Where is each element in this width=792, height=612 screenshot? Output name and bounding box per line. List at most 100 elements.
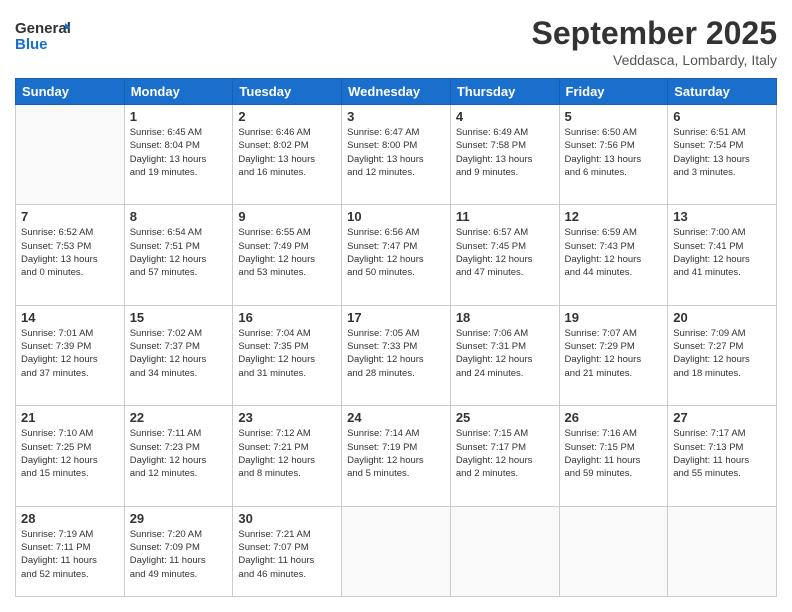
calendar-cell: 21 Sunrise: 7:10 AM Sunset: 7:25 PM Dayli…: [16, 406, 125, 506]
column-header-sunday: Sunday: [16, 79, 125, 105]
calendar-cell: 12 Sunrise: 6:59 AM Sunset: 7:43 PM Dayli…: [559, 205, 668, 305]
day-info: Sunrise: 6:46 AM Sunset: 8:02 PM Dayligh…: [238, 126, 336, 179]
day-info: Sunrise: 7:02 AM Sunset: 7:37 PM Dayligh…: [130, 327, 228, 380]
calendar-week-1: 1 Sunrise: 6:45 AM Sunset: 8:04 PM Daylig…: [16, 105, 777, 205]
calendar-cell: 16 Sunrise: 7:04 AM Sunset: 7:35 PM Dayli…: [233, 305, 342, 405]
calendar-cell: 10 Sunrise: 6:56 AM Sunset: 7:47 PM Dayli…: [342, 205, 451, 305]
day-number: 11: [456, 209, 554, 224]
logo-svg: General Blue: [15, 15, 70, 55]
day-number: 20: [673, 310, 771, 325]
calendar-header-row: SundayMondayTuesdayWednesdayThursdayFrid…: [16, 79, 777, 105]
day-number: 30: [238, 511, 336, 526]
day-number: 24: [347, 410, 445, 425]
day-info: Sunrise: 6:59 AM Sunset: 7:43 PM Dayligh…: [565, 226, 663, 279]
calendar-cell: 1 Sunrise: 6:45 AM Sunset: 8:04 PM Daylig…: [124, 105, 233, 205]
day-info: Sunrise: 6:50 AM Sunset: 7:56 PM Dayligh…: [565, 126, 663, 179]
column-header-saturday: Saturday: [668, 79, 777, 105]
column-header-thursday: Thursday: [450, 79, 559, 105]
calendar-cell: 11 Sunrise: 6:57 AM Sunset: 7:45 PM Dayli…: [450, 205, 559, 305]
day-number: 21: [21, 410, 119, 425]
day-number: 7: [21, 209, 119, 224]
day-number: 10: [347, 209, 445, 224]
calendar-cell: 17Sunrise: 7:05 AM Sunset: 7:33 PM Dayli…: [342, 305, 451, 405]
day-number: 23: [238, 410, 336, 425]
day-number: 17: [347, 310, 445, 325]
calendar-week-3: 14 Sunrise: 7:01 AM Sunset: 7:39 PM Dayli…: [16, 305, 777, 405]
day-number: 6: [673, 109, 771, 124]
logo: General Blue: [15, 15, 70, 55]
day-number: 4: [456, 109, 554, 124]
day-info: Sunrise: 7:15 AM Sunset: 7:17 PM Dayligh…: [456, 427, 554, 480]
day-number: 2: [238, 109, 336, 124]
calendar-cell: 4 Sunrise: 6:49 AM Sunset: 7:58 PM Daylig…: [450, 105, 559, 205]
calendar-cell: 13 Sunrise: 7:00 AM Sunset: 7:41 PM Dayli…: [668, 205, 777, 305]
day-number: 1: [130, 109, 228, 124]
day-info: Sunrise: 6:52 AM Sunset: 7:53 PM Dayligh…: [21, 226, 119, 279]
day-number: 14: [21, 310, 119, 325]
calendar-cell: [450, 506, 559, 596]
day-number: 25: [456, 410, 554, 425]
day-info: Sunrise: 6:57 AM Sunset: 7:45 PM Dayligh…: [456, 226, 554, 279]
day-number: 27: [673, 410, 771, 425]
calendar-cell: 15 Sunrise: 7:02 AM Sunset: 7:37 PM Dayli…: [124, 305, 233, 405]
day-info: Sunrise: 7:09 AM Sunset: 7:27 PM Dayligh…: [673, 327, 771, 380]
day-info: Sunrise: 6:49 AM Sunset: 7:58 PM Dayligh…: [456, 126, 554, 179]
calendar-cell: 8 Sunrise: 6:54 AM Sunset: 7:51 PM Daylig…: [124, 205, 233, 305]
day-info: Sunrise: 7:16 AM Sunset: 7:15 PM Dayligh…: [565, 427, 663, 480]
day-number: 19: [565, 310, 663, 325]
day-info: Sunrise: 7:06 AM Sunset: 7:31 PM Dayligh…: [456, 327, 554, 380]
day-info: Sunrise: 7:11 AM Sunset: 7:23 PM Dayligh…: [130, 427, 228, 480]
calendar-cell: [342, 506, 451, 596]
calendar-cell: 5 Sunrise: 6:50 AM Sunset: 7:56 PM Daylig…: [559, 105, 668, 205]
calendar-table: SundayMondayTuesdayWednesdayThursdayFrid…: [15, 78, 777, 597]
day-info: Sunrise: 7:20 AM Sunset: 7:09 PM Dayligh…: [130, 528, 228, 581]
day-number: 5: [565, 109, 663, 124]
page: General Blue September 2025 Veddasca, Lo…: [0, 0, 792, 612]
day-info: Sunrise: 6:45 AM Sunset: 8:04 PM Dayligh…: [130, 126, 228, 179]
title-section: September 2025 Veddasca, Lombardy, Italy: [532, 15, 777, 68]
day-info: Sunrise: 6:47 AM Sunset: 8:00 PM Dayligh…: [347, 126, 445, 179]
calendar-cell: 30 Sunrise: 7:21 AM Sunset: 7:07 PM Dayli…: [233, 506, 342, 596]
day-info: Sunrise: 7:12 AM Sunset: 7:21 PM Dayligh…: [238, 427, 336, 480]
day-info: Sunrise: 7:04 AM Sunset: 7:35 PM Dayligh…: [238, 327, 336, 380]
day-info: Sunrise: 6:51 AM Sunset: 7:54 PM Dayligh…: [673, 126, 771, 179]
calendar-cell: 26 Sunrise: 7:16 AM Sunset: 7:15 PM Dayli…: [559, 406, 668, 506]
day-info: Sunrise: 7:00 AM Sunset: 7:41 PM Dayligh…: [673, 226, 771, 279]
day-number: 16: [238, 310, 336, 325]
day-number: 8: [130, 209, 228, 224]
calendar-cell: [559, 506, 668, 596]
day-info: Sunrise: 7:07 AM Sunset: 7:29 PM Dayligh…: [565, 327, 663, 380]
day-info: Sunrise: 6:55 AM Sunset: 7:49 PM Dayligh…: [238, 226, 336, 279]
calendar-cell: 9Sunrise: 6:55 AM Sunset: 7:49 PM Daylig…: [233, 205, 342, 305]
day-info: Sunrise: 7:17 AM Sunset: 7:13 PM Dayligh…: [673, 427, 771, 480]
day-number: 12: [565, 209, 663, 224]
calendar-cell: 22Sunrise: 7:11 AM Sunset: 7:23 PM Dayli…: [124, 406, 233, 506]
calendar-cell: 7 Sunrise: 6:52 AM Sunset: 7:53 PM Daylig…: [16, 205, 125, 305]
calendar-week-5: 28 Sunrise: 7:19 AM Sunset: 7:11 PM Dayli…: [16, 506, 777, 596]
day-info: Sunrise: 7:21 AM Sunset: 7:07 PM Dayligh…: [238, 528, 336, 581]
day-number: 18: [456, 310, 554, 325]
month-title: September 2025: [532, 15, 777, 52]
day-number: 26: [565, 410, 663, 425]
calendar-cell: 14 Sunrise: 7:01 AM Sunset: 7:39 PM Dayli…: [16, 305, 125, 405]
calendar-cell: 28 Sunrise: 7:19 AM Sunset: 7:11 PM Dayli…: [16, 506, 125, 596]
column-header-monday: Monday: [124, 79, 233, 105]
day-number: 15: [130, 310, 228, 325]
day-info: Sunrise: 7:01 AM Sunset: 7:39 PM Dayligh…: [21, 327, 119, 380]
calendar-cell: 2 Sunrise: 6:46 AM Sunset: 8:02 PM Daylig…: [233, 105, 342, 205]
calendar-cell: 18 Sunrise: 7:06 AM Sunset: 7:31 PM Dayli…: [450, 305, 559, 405]
calendar-cell: [668, 506, 777, 596]
day-number: 13: [673, 209, 771, 224]
day-info: Sunrise: 7:14 AM Sunset: 7:19 PM Dayligh…: [347, 427, 445, 480]
calendar-cell: 23 Sunrise: 7:12 AM Sunset: 7:21 PM Dayli…: [233, 406, 342, 506]
day-info: Sunrise: 6:56 AM Sunset: 7:47 PM Dayligh…: [347, 226, 445, 279]
day-info: Sunrise: 7:19 AM Sunset: 7:11 PM Dayligh…: [21, 528, 119, 581]
calendar-cell: 3Sunrise: 6:47 AM Sunset: 8:00 PM Daylig…: [342, 105, 451, 205]
day-info: Sunrise: 7:10 AM Sunset: 7:25 PM Dayligh…: [21, 427, 119, 480]
svg-text:Blue: Blue: [15, 36, 48, 53]
column-header-tuesday: Tuesday: [233, 79, 342, 105]
day-number: 28: [21, 511, 119, 526]
column-header-wednesday: Wednesday: [342, 79, 451, 105]
calendar-cell: [16, 105, 125, 205]
day-info: Sunrise: 6:54 AM Sunset: 7:51 PM Dayligh…: [130, 226, 228, 279]
